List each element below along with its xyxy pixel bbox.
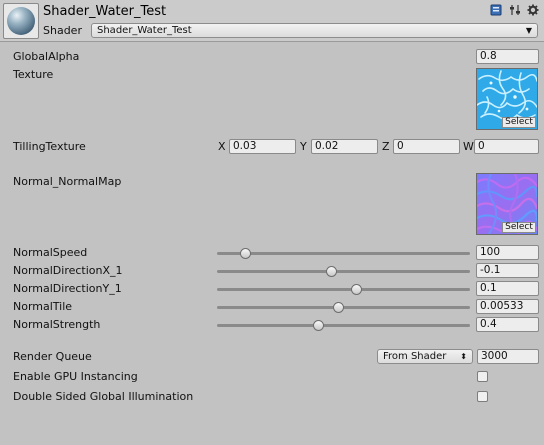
gear-icon[interactable] [527, 4, 539, 16]
gpu-instancing-checkbox[interactable] [477, 371, 488, 382]
tilling-x-field[interactable]: 0.03 [229, 139, 296, 154]
chevron-updown-icon: ⬍ [460, 352, 467, 361]
normal-strength-label: NormalStrength [13, 318, 101, 331]
normal-speed-field[interactable]: 100 [476, 245, 539, 260]
material-name: Shader_Water_Test [43, 4, 167, 19]
normal-direction-y-field[interactable]: 0.1 [476, 281, 539, 296]
normal-tile-label: NormalTile [13, 300, 73, 313]
normal-tile-field[interactable]: 0.00533 [476, 299, 539, 314]
shader-label: Shader [43, 24, 82, 37]
double-sided-gi-checkbox[interactable] [477, 391, 488, 402]
material-header: Shader_Water_Test Shader Shader_Water_Te… [0, 0, 544, 42]
normal-tile-slider-thumb[interactable] [333, 302, 345, 313]
normal-map-slot[interactable]: Select [476, 173, 538, 235]
normal-direction-y-slider-thumb[interactable] [351, 284, 363, 295]
render-queue-field[interactable]: 3000 [477, 349, 539, 364]
normal-strength-slider-thumb[interactable] [313, 320, 325, 331]
render-queue-mode: From Shader [383, 351, 447, 362]
normal-map-label: Normal_NormalMap [13, 175, 122, 188]
render-queue-dropdown[interactable]: From Shader ⬍ [377, 349, 473, 364]
texture-slot[interactable]: Select [476, 68, 538, 130]
tilling-texture-label: TillingTexture [13, 140, 86, 153]
global-alpha-label: GlobalAlpha [13, 50, 80, 63]
material-preview-thumbnail[interactable] [3, 3, 39, 39]
shader-dropdown[interactable]: Shader_Water_Test ▼ [91, 23, 538, 38]
normal-speed-label: NormalSpeed [13, 246, 88, 259]
chevron-down-icon: ▼ [525, 26, 532, 35]
normal-strength-field[interactable]: 0.4 [476, 317, 539, 332]
normal-tile-slider[interactable] [217, 302, 470, 313]
render-queue-label: Render Queue [13, 350, 92, 363]
normal-map-select-button[interactable]: Select [502, 222, 536, 233]
tilling-y-label: Y [300, 140, 307, 153]
normal-strength-slider[interactable] [217, 320, 470, 331]
tilling-w-field[interactable]: 0 [474, 139, 539, 154]
normal-direction-x-field[interactable]: -0.1 [476, 263, 539, 278]
gpu-instancing-label: Enable GPU Instancing [13, 370, 138, 383]
normal-speed-slider-thumb[interactable] [239, 248, 251, 259]
normal-speed-slider[interactable] [217, 248, 470, 259]
normal-direction-y-slider[interactable] [217, 284, 470, 295]
shader-dropdown-value: Shader_Water_Test [97, 25, 192, 36]
preset-sliders-icon[interactable] [509, 4, 521, 16]
double-sided-gi-label: Double Sided Global Illumination [13, 390, 194, 403]
texture-select-button[interactable]: Select [502, 117, 536, 128]
tilling-z-label: Z [382, 140, 390, 153]
tilling-x-label: X [218, 140, 226, 153]
normal-direction-x-slider-thumb[interactable] [325, 266, 337, 277]
book-icon[interactable] [490, 4, 502, 16]
material-sphere-preview [7, 7, 35, 35]
global-alpha-field[interactable]: 0.8 [476, 49, 539, 64]
normal-direction-y-label: NormalDirectionY_1 [13, 282, 122, 295]
normal-direction-x-label: NormalDirectionX_1 [13, 264, 123, 277]
tilling-w-label: W [463, 140, 474, 153]
normal-direction-x-slider[interactable] [217, 266, 470, 277]
tilling-z-field[interactable]: 0 [393, 139, 460, 154]
tilling-y-field[interactable]: 0.02 [311, 139, 378, 154]
texture-label: Texture [13, 68, 54, 81]
